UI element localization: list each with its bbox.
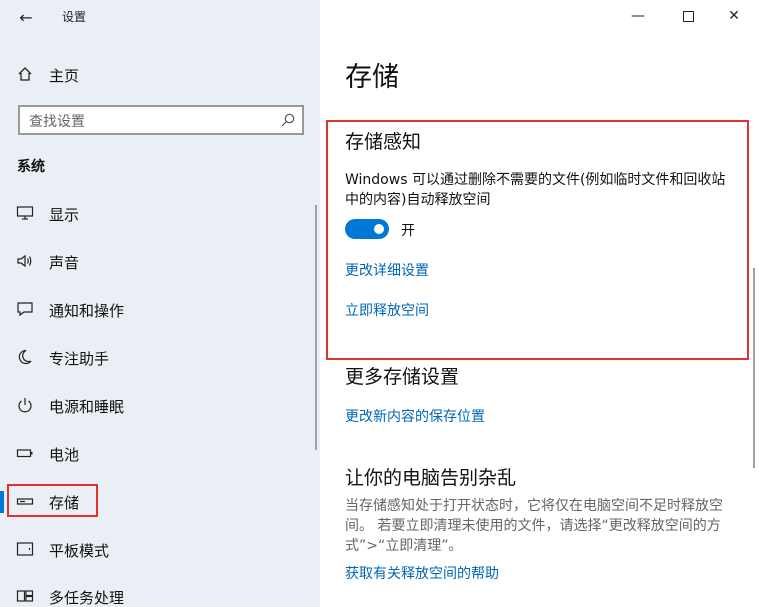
free-space-help-link[interactable]: 获取有关释放空间的帮助 xyxy=(345,563,499,583)
power-icon xyxy=(18,398,32,413)
sidebar-item-sound[interactable]: 声音 xyxy=(0,243,320,279)
focus-assist-icon xyxy=(18,349,32,365)
tablet-icon xyxy=(16,542,34,556)
sidebar-item-label: 平板模式 xyxy=(49,542,110,560)
sidebar-item-display[interactable]: 显示 xyxy=(0,195,320,231)
close-icon: ✕ xyxy=(728,8,740,24)
battery-icon xyxy=(16,449,33,458)
home-icon xyxy=(18,67,32,81)
multitasking-icon xyxy=(16,590,34,602)
sidebar-item-label: 电源和睡眠 xyxy=(49,398,125,416)
sidebar-item-tablet-mode[interactable]: 平板模式 xyxy=(0,531,320,567)
back-arrow-icon: ← xyxy=(19,7,33,27)
maximize-icon xyxy=(682,10,694,22)
close-button[interactable]: ✕ xyxy=(720,4,748,28)
home-label: 主页 xyxy=(49,67,80,85)
search-input[interactable]: 查找设置 xyxy=(18,105,304,135)
sidebar-item-focus-assist[interactable]: 专注助手 xyxy=(0,339,320,375)
storage-highlight-box xyxy=(7,484,98,517)
declutter-title: 让你的电脑告别杂乱 xyxy=(345,467,517,489)
sidebar-item-power[interactable]: 电源和睡眠 xyxy=(0,387,320,423)
sidebar-item-label: 多任务处理 xyxy=(49,589,125,607)
sidebar-item-label: 专注助手 xyxy=(49,350,110,368)
sidebar-item-label: 显示 xyxy=(49,206,80,224)
storage-sense-highlight-box xyxy=(326,120,749,360)
search-placeholder: 查找设置 xyxy=(29,114,85,130)
main-content: — ✕ 存储 存储感知 Windows 可以通过删除不需要的文件(例如临时文件和… xyxy=(320,0,759,607)
sidebar: ← 设置 主页 查找设置 系统 显示 声音 通知和操作 专注助手 电源和睡眠 电… xyxy=(0,0,320,607)
change-details-link[interactable]: 更改详细设置 xyxy=(345,260,429,280)
notifications-icon xyxy=(17,302,33,317)
sidebar-item-notifications[interactable]: 通知和操作 xyxy=(0,291,320,327)
minimize-icon: — xyxy=(631,8,645,24)
page-title: 存储 xyxy=(345,62,399,93)
main-scrollbar[interactable] xyxy=(753,268,755,468)
more-storage-settings-title: 更多存储设置 xyxy=(345,366,460,388)
maximize-button[interactable] xyxy=(674,4,702,28)
sidebar-scrollbar[interactable] xyxy=(315,205,317,450)
toggle-knob xyxy=(374,224,384,234)
window-title: 设置 xyxy=(62,10,87,24)
sidebar-home[interactable]: 主页 xyxy=(0,60,320,88)
sidebar-item-label: 电池 xyxy=(49,446,80,464)
back-button[interactable]: ← xyxy=(14,6,38,28)
storage-sense-toggle[interactable] xyxy=(345,219,389,239)
free-space-now-link[interactable]: 立即释放空间 xyxy=(345,300,429,320)
sidebar-item-label: 通知和操作 xyxy=(49,302,125,320)
declutter-description: 当存储感知处于打开状态时，它将仅在电脑空间不足时释放空间。 若要立即清理未使用的… xyxy=(345,498,723,554)
toggle-state-label: 开 xyxy=(401,223,415,239)
sidebar-item-label: 声音 xyxy=(49,254,80,272)
storage-sense-description: Windows 可以通过删除不需要的文件(例如临时文件和回收站中的内容)自动释放… xyxy=(345,172,726,208)
minimize-button[interactable]: — xyxy=(624,4,652,28)
sound-icon xyxy=(17,254,32,268)
storage-sense-title: 存储感知 xyxy=(345,131,422,153)
sidebar-item-multitasking[interactable]: 多任务处理 xyxy=(0,578,320,607)
change-save-location-link[interactable]: 更改新内容的保存位置 xyxy=(345,406,485,426)
section-title: 系统 xyxy=(17,159,45,175)
display-icon xyxy=(16,206,34,220)
sidebar-item-battery[interactable]: 电池 xyxy=(0,435,320,471)
search-icon xyxy=(281,113,295,127)
active-indicator xyxy=(0,491,4,513)
